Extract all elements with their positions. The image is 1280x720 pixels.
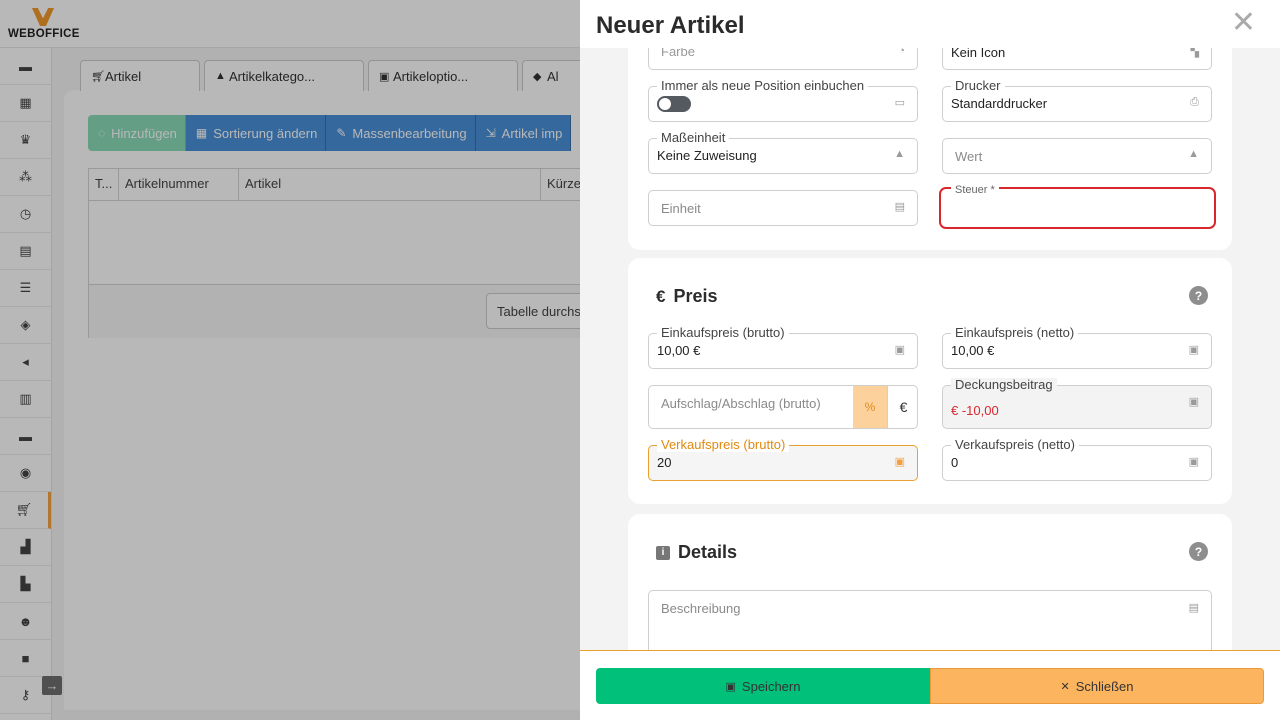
palette-icon: ◔	[898, 48, 905, 57]
save-button[interactable]: ▣ Speichern	[596, 668, 930, 704]
close-button[interactable]: ✕ Schließen	[930, 668, 1264, 704]
description-textarea[interactable]: Beschreibung ▤	[648, 590, 1212, 650]
unit-of-measure-field[interactable]: Maßeinheit Keine Zuweisung ▲	[648, 131, 918, 174]
always-new-position-toggle[interactable]	[657, 96, 691, 112]
price-help-icon[interactable]: ?	[1189, 286, 1208, 305]
inbox-icon: ▭	[894, 97, 905, 109]
details-help-icon[interactable]: ?	[1189, 542, 1208, 561]
value-field[interactable]: Wert ▲	[942, 138, 1212, 174]
unit-field[interactable]: Einheit ▤	[648, 190, 918, 226]
purchase-price-net-field[interactable]: Einkaufspreis (netto) 10,00 € ▣	[942, 326, 1212, 369]
printer-icon: ⎙	[1190, 96, 1199, 108]
general-card: Farbe ◔ Kein Icon ▚ Immer als neue Posit…	[628, 48, 1232, 250]
close-icon[interactable]: ✕	[1231, 8, 1256, 38]
sales-price-gross-field[interactable]: Verkaufspreis (brutto) 20 ▣	[648, 438, 918, 481]
price-section-title: € Preis	[656, 286, 718, 306]
new-article-panel: Neuer Artikel ✕ Farbe ◔ Kein Icon ▚ Imme…	[580, 0, 1280, 720]
markup-field[interactable]: Aufschlag/Abschlag (brutto) % €	[648, 385, 918, 429]
panel-scroll-area[interactable]: Farbe ◔ Kein Icon ▚ Immer als neue Posit…	[580, 48, 1280, 650]
info-icon: i	[656, 545, 670, 560]
contribution-margin-field: Deckungsbeitrag € -10,00 ▣	[942, 378, 1212, 429]
panel-title: Neuer Artikel	[596, 12, 745, 39]
price-card: € Preis ? Einkaufspreis (brutto) 10,00 €…	[628, 258, 1232, 504]
details-card: i Details ? Beschreibung ▤	[628, 514, 1232, 650]
floppy-disk-icon: ▣	[725, 680, 736, 693]
details-section-title: i Details	[656, 542, 737, 563]
money-icon: ▣	[894, 456, 905, 468]
euro-icon: €	[656, 286, 666, 306]
always-new-position-field: Immer als neue Position einbuchen ▭	[648, 79, 918, 122]
shapes-icon: ▚	[1190, 48, 1199, 58]
comment-icon: ▤	[894, 201, 905, 213]
printer-field[interactable]: Drucker Standarddrucker ⎙	[942, 79, 1212, 122]
money-icon: ▣	[1188, 344, 1199, 356]
weight-icon: ▲	[1188, 148, 1199, 160]
money-icon: ▣	[894, 344, 905, 356]
tax-field[interactable]: Steuer *	[939, 183, 1216, 229]
money-icon: ▣	[1188, 396, 1199, 408]
close-icon: ✕	[1060, 680, 1070, 693]
weight-icon: ▲	[894, 148, 905, 160]
purchase-price-gross-field[interactable]: Einkaufspreis (brutto) 10,00 € ▣	[648, 326, 918, 369]
color-field[interactable]: Farbe ◔	[648, 48, 918, 70]
sales-price-net-field[interactable]: Verkaufspreis (netto) 0 ▣	[942, 438, 1212, 481]
percent-toggle-button[interactable]: %	[853, 386, 887, 428]
money-icon: ▣	[1188, 456, 1199, 468]
comment-icon: ▤	[1188, 602, 1199, 614]
icon-field[interactable]: Kein Icon ▚	[942, 48, 1212, 70]
euro-toggle-button[interactable]: €	[887, 386, 919, 428]
panel-footer: ▣ Speichern ✕ Schließen	[580, 650, 1280, 720]
